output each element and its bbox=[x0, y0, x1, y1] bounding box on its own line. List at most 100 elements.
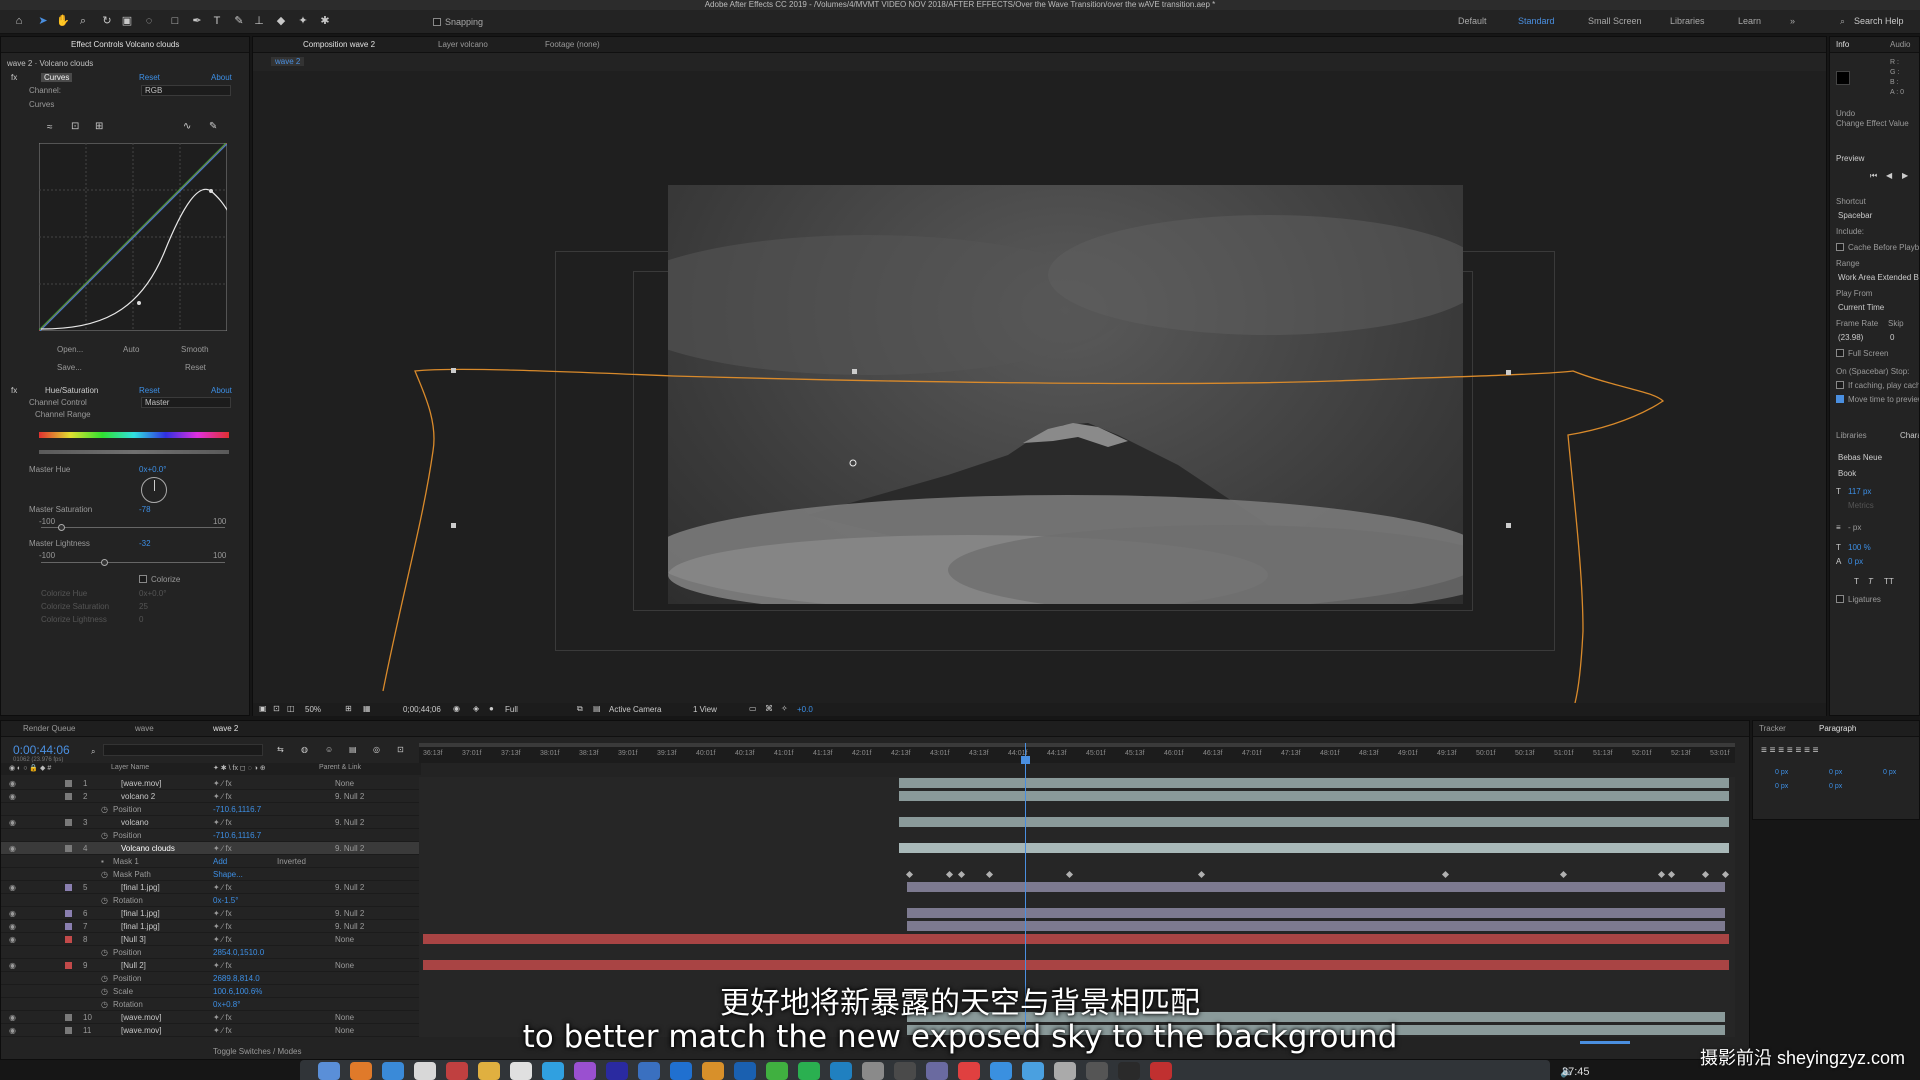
always-preview-icon[interactable]: ▣ bbox=[259, 704, 267, 713]
layer-duration-bar[interactable] bbox=[899, 778, 1729, 788]
layer-switches-icons[interactable]: ✦ ∕ fx bbox=[213, 909, 232, 918]
saturation-slider[interactable] bbox=[41, 527, 225, 528]
layer-search-input[interactable] bbox=[103, 744, 263, 756]
range-dropdown[interactable]: Work Area Extended By bbox=[1838, 273, 1919, 282]
region-of-interest-icon[interactable]: ⊡ bbox=[273, 704, 280, 713]
zoom-dropdown[interactable]: 50% bbox=[305, 705, 321, 714]
grid-icon[interactable]: ⊞ bbox=[345, 704, 352, 713]
label-color-swatch[interactable] bbox=[65, 780, 72, 787]
hue-sat-about-button[interactable]: About bbox=[211, 386, 232, 395]
layer-duration-bar[interactable] bbox=[423, 934, 1729, 944]
composition-breadcrumb[interactable]: wave 2 bbox=[271, 57, 305, 66]
fx-icon[interactable]: fx bbox=[11, 386, 17, 395]
keyframe[interactable] bbox=[905, 870, 914, 879]
property-row[interactable]: ◷ Position -710.6,1116.7 bbox=[1, 803, 421, 816]
fast-preview-icon[interactable]: ⧉ bbox=[577, 704, 583, 714]
workspace-libraries[interactable]: Libraries bbox=[1670, 16, 1705, 26]
parent-dropdown[interactable]: 9. Null 2 bbox=[335, 883, 364, 892]
layer-name[interactable]: [Null 3] bbox=[121, 935, 146, 944]
clone-stamp-icon[interactable]: ⊥ bbox=[252, 14, 266, 28]
play-from-dropdown[interactable]: Current Time bbox=[1838, 303, 1884, 312]
search-icon[interactable]: ⌕ bbox=[91, 747, 95, 757]
search-icon[interactable]: ⌕ bbox=[1840, 16, 1845, 27]
visibility-eye-icon[interactable]: ◉ bbox=[9, 818, 16, 827]
move-time-checkbox[interactable] bbox=[1836, 395, 1844, 403]
layer-duration-bar[interactable] bbox=[423, 960, 1729, 970]
shy-layers-icon[interactable]: ☺ bbox=[325, 745, 333, 754]
master-lightness-value[interactable]: -32 bbox=[139, 539, 151, 548]
all-caps-icon[interactable]: TT bbox=[1884, 577, 1894, 586]
layer-row[interactable]: ◉ 4 Volcano clouds ✦ ∕ fx 9. Null 2 bbox=[1, 842, 421, 855]
tab-effect-controls[interactable]: Effect Controls Volcano clouds bbox=[71, 40, 179, 49]
dock-app-icon[interactable] bbox=[1054, 1062, 1076, 1080]
workspace-overflow-icon[interactable]: » bbox=[1790, 16, 1795, 26]
keyframe[interactable] bbox=[1065, 870, 1074, 879]
keyframe[interactable] bbox=[985, 870, 994, 879]
layer-duration-bar[interactable] bbox=[907, 908, 1725, 918]
ligatures-checkbox[interactable] bbox=[1836, 595, 1844, 603]
show-snapshot-icon[interactable]: ◈ bbox=[473, 704, 479, 713]
tab-render-queue[interactable]: Render Queue bbox=[23, 724, 75, 733]
layer-row[interactable]: ◉ 2 volcano 2 ✦ ∕ fx 9. Null 2 bbox=[1, 790, 421, 803]
layer-switches-icons[interactable]: ✦ ∕ fx bbox=[213, 883, 232, 892]
resolution-dropdown[interactable]: Full bbox=[505, 705, 518, 714]
parent-dropdown[interactable]: None bbox=[335, 779, 354, 788]
rotate-tool-icon[interactable]: ↻ bbox=[100, 14, 114, 28]
parent-dropdown[interactable]: 9. Null 2 bbox=[335, 818, 364, 827]
tab-footage[interactable]: Footage (none) bbox=[545, 40, 600, 49]
current-time-display[interactable]: 0;00;44;06 bbox=[403, 705, 441, 714]
font-style-dropdown[interactable]: Book bbox=[1838, 469, 1856, 478]
baseline-value[interactable]: 0 px bbox=[1848, 557, 1863, 566]
camera-tool-icon[interactable]: ▣ bbox=[120, 14, 134, 28]
dock-app-icon[interactable] bbox=[830, 1062, 852, 1080]
property-value[interactable]: Shape... bbox=[213, 870, 243, 879]
visibility-eye-icon[interactable]: ◉ bbox=[9, 922, 16, 931]
layer-row[interactable]: ◉ 3 volcano ✦ ∕ fx 9. Null 2 bbox=[1, 816, 421, 829]
workspace-default[interactable]: Default bbox=[1458, 16, 1487, 26]
master-saturation-value[interactable]: -78 bbox=[139, 505, 151, 514]
curves-smooth-button[interactable]: Smooth bbox=[181, 345, 209, 354]
visibility-eye-icon[interactable]: ◉ bbox=[9, 883, 16, 892]
tab-tracker[interactable]: Tracker bbox=[1759, 724, 1786, 733]
property-value[interactable]: Add bbox=[213, 857, 227, 866]
keyframe[interactable] bbox=[1667, 870, 1676, 879]
workspace-learn[interactable]: Learn bbox=[1738, 16, 1761, 26]
selection-tool-icon[interactable]: ➤ bbox=[36, 14, 50, 28]
timeline-timecode[interactable]: 0:00:44:06 bbox=[13, 743, 70, 757]
parent-column[interactable]: Parent & Link bbox=[319, 764, 361, 771]
fx-icon[interactable]: fx bbox=[11, 73, 17, 82]
dock-app-icon[interactable] bbox=[1086, 1062, 1108, 1080]
dock-app-icon[interactable] bbox=[510, 1062, 532, 1080]
keyframe[interactable] bbox=[1657, 870, 1666, 879]
layer-switches-icons[interactable]: ✦ ∕ fx bbox=[213, 922, 232, 931]
layer-row[interactable]: ◉ 8 [Null 3] ✦ ∕ fx None bbox=[1, 933, 421, 946]
label-color-swatch[interactable] bbox=[65, 884, 72, 891]
dock-app-icon[interactable] bbox=[1118, 1062, 1140, 1080]
character-tab[interactable]: Chara bbox=[1900, 431, 1919, 440]
keyframe[interactable] bbox=[1197, 870, 1206, 879]
channel-color-icon[interactable]: ● bbox=[489, 704, 494, 713]
tab-audio[interactable]: Audio bbox=[1890, 40, 1910, 49]
property-row[interactable]: ◷ Mask Path Shape... bbox=[1, 868, 421, 881]
layer-row[interactable]: ◉ 1 [wave.mov] ✦ ∕ fx None bbox=[1, 777, 421, 790]
parent-dropdown[interactable]: 9. Null 2 bbox=[335, 909, 364, 918]
view-layout-dropdown[interactable]: 1 View bbox=[693, 705, 717, 714]
layer-duration-bar[interactable] bbox=[899, 791, 1729, 801]
visibility-eye-icon[interactable]: ◉ bbox=[9, 909, 16, 918]
faux-bold-icon[interactable]: T bbox=[1854, 577, 1859, 586]
dock-app-icon[interactable] bbox=[606, 1062, 628, 1080]
mask-path-overlay[interactable] bbox=[253, 71, 1826, 703]
snapshot-icon[interactable]: ◉ bbox=[453, 704, 460, 713]
stopwatch-icon[interactable]: ◷ bbox=[101, 805, 108, 814]
lightness-slider[interactable] bbox=[41, 562, 225, 563]
tab-paragraph[interactable]: Paragraph bbox=[1819, 724, 1856, 733]
layer-name[interactable]: [final 1.jpg] bbox=[121, 922, 160, 931]
label-color-swatch[interactable] bbox=[65, 923, 72, 930]
hue-sat-effect-name[interactable]: Hue/Saturation bbox=[45, 386, 98, 395]
property-value[interactable]: -710.6,1116.7 bbox=[213, 805, 261, 814]
layer-switches-icons[interactable]: ✦ ∕ fx bbox=[213, 935, 232, 944]
dock-app-icon[interactable] bbox=[894, 1062, 916, 1080]
property-row[interactable]: ◷ Position -710.6,1116.7 bbox=[1, 829, 421, 842]
lightness-slider-thumb[interactable] bbox=[100, 559, 108, 566]
flowchart-icon[interactable]: ⌘ bbox=[765, 704, 773, 713]
